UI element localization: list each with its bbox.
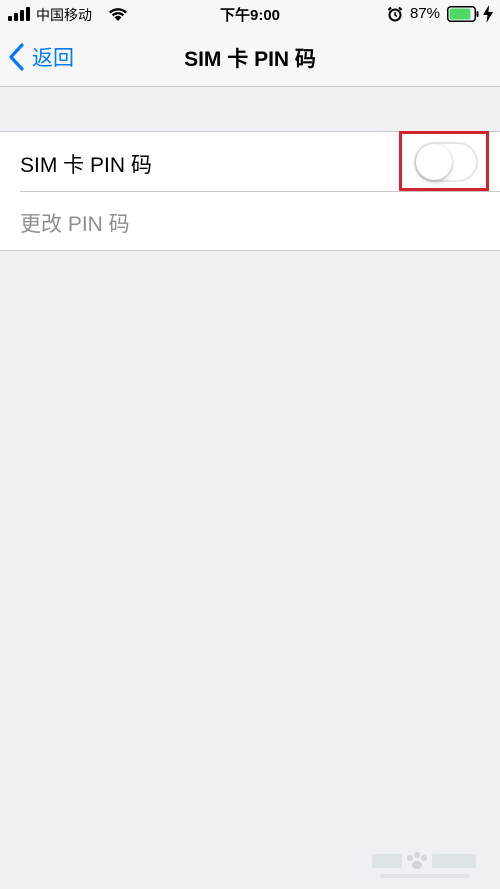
sim-pin-label: SIM 卡 PIN 码 xyxy=(20,154,152,177)
status-bar: 中国移动 下午9:00 87% xyxy=(0,0,500,28)
page-title: SIM 卡 PIN 码 xyxy=(184,48,316,71)
battery-percentage: 87% xyxy=(410,5,441,22)
battery-icon xyxy=(447,6,479,22)
navigation-bar: 返回 SIM 卡 PIN 码 xyxy=(0,28,500,87)
baidu-jingyan-watermark xyxy=(372,852,476,878)
change-pin-label: 更改 PIN 码 xyxy=(20,213,130,236)
charging-bolt-icon xyxy=(483,5,493,23)
change-pin-row[interactable]: 更改 PIN 码 xyxy=(0,191,500,250)
alarm-icon xyxy=(387,6,403,22)
highlight-box xyxy=(399,131,489,191)
